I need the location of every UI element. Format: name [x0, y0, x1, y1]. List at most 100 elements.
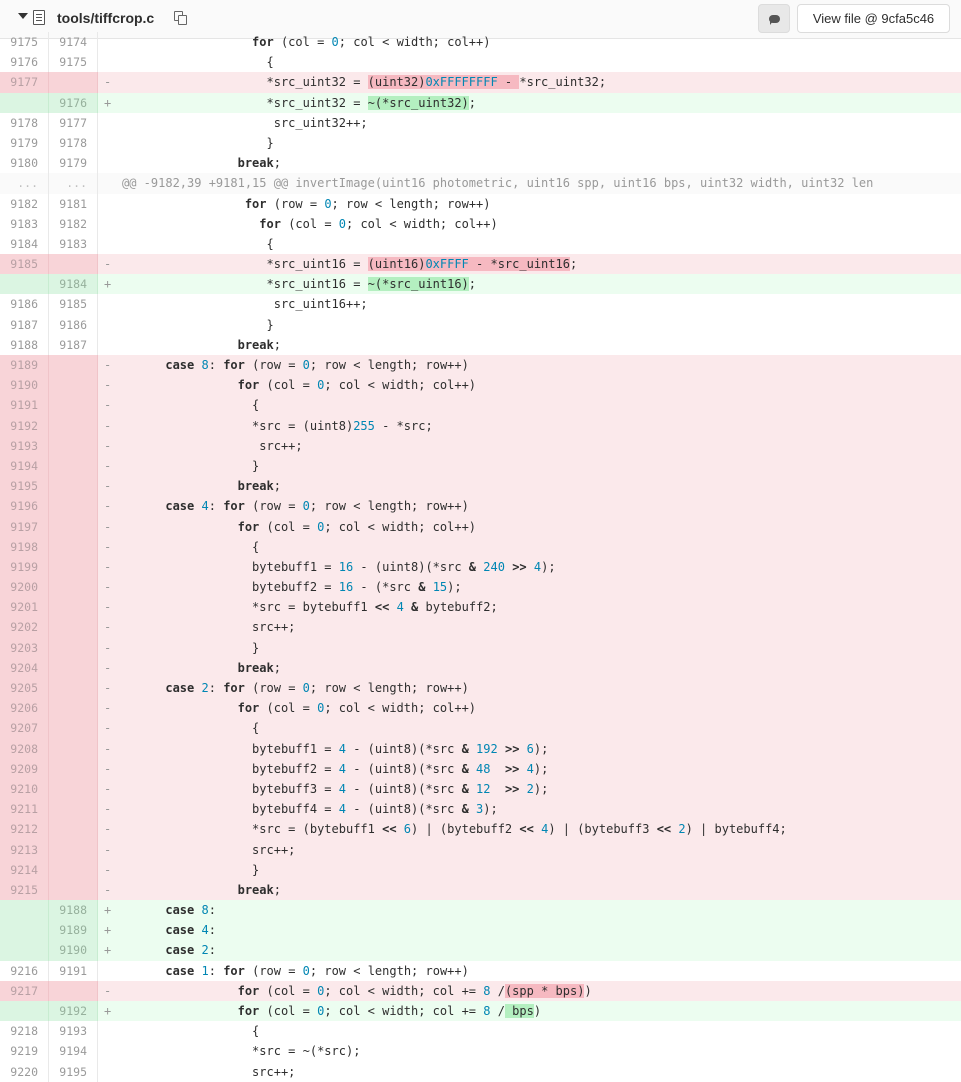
old-line-number[interactable]: 9178 [0, 112, 49, 133]
new-line-number[interactable] [49, 476, 98, 497]
new-line-number[interactable]: 9183 [49, 233, 98, 255]
old-line-number[interactable]: 9199 [0, 556, 49, 578]
old-line-number[interactable]: 9217 [0, 980, 49, 1001]
new-line-number[interactable] [49, 455, 98, 477]
old-line-number[interactable]: 9202 [0, 617, 49, 638]
new-line-number[interactable] [49, 597, 98, 618]
old-line-number[interactable]: 9180 [0, 153, 49, 174]
old-line-number[interactable]: 9189 [0, 355, 49, 376]
old-line-number[interactable]: 9191 [0, 395, 49, 416]
old-line-number[interactable]: 9209 [0, 758, 49, 779]
old-line-number[interactable]: 9197 [0, 516, 49, 537]
new-line-number[interactable]: 9182 [49, 213, 98, 234]
new-line-number[interactable] [49, 859, 98, 880]
old-line-number[interactable] [0, 940, 49, 961]
new-line-number[interactable] [49, 698, 98, 719]
new-line-number[interactable] [49, 718, 98, 739]
old-line-number[interactable]: 9211 [0, 799, 49, 820]
old-line-number[interactable]: 9175 [0, 32, 49, 53]
new-line-number[interactable]: 9190 [49, 940, 98, 961]
old-line-number[interactable]: 9192 [0, 415, 49, 436]
old-line-number[interactable]: 9184 [0, 233, 49, 255]
new-line-number[interactable] [49, 980, 98, 1001]
old-line-number[interactable]: 9183 [0, 213, 49, 234]
old-line-number[interactable]: 9212 [0, 819, 49, 840]
new-line-number[interactable]: 9184 [49, 274, 98, 295]
new-line-number[interactable] [49, 516, 98, 537]
new-line-number[interactable] [49, 395, 98, 416]
old-line-number[interactable]: 9216 [0, 960, 49, 981]
old-line-number[interactable] [0, 1001, 49, 1022]
new-line-number[interactable]: 9179 [49, 153, 98, 174]
new-line-number[interactable] [49, 617, 98, 638]
new-line-number[interactable] [49, 657, 98, 678]
toggle-comments-button[interactable] [758, 4, 790, 33]
new-line-number[interactable]: 9178 [49, 132, 98, 154]
collapse-caret-icon[interactable] [18, 13, 28, 19]
old-line-number[interactable]: 9190 [0, 375, 49, 396]
old-line-number[interactable]: 9177 [0, 72, 49, 93]
new-line-number[interactable]: 9189 [49, 920, 98, 941]
old-line-number[interactable]: 9220 [0, 1061, 49, 1082]
new-line-number[interactable] [49, 577, 98, 598]
old-line-number[interactable]: 9210 [0, 778, 49, 800]
new-line-number[interactable] [49, 819, 98, 840]
old-line-number[interactable]: 9182 [0, 193, 49, 214]
old-line-number[interactable] [0, 92, 49, 113]
new-line-number[interactable]: 9181 [49, 193, 98, 214]
old-line-number[interactable]: 9204 [0, 657, 49, 678]
old-line-number[interactable]: 9194 [0, 455, 49, 477]
new-line-number[interactable]: 9175 [49, 52, 98, 73]
old-line-number[interactable]: 9218 [0, 1021, 49, 1042]
new-line-number[interactable] [49, 556, 98, 578]
new-line-number[interactable] [49, 839, 98, 860]
new-line-number[interactable]: 9195 [49, 1061, 98, 1082]
new-line-number[interactable]: 9185 [49, 294, 98, 315]
old-line-number[interactable]: 9206 [0, 698, 49, 719]
old-line-number[interactable]: 9198 [0, 536, 49, 557]
new-line-number[interactable] [49, 435, 98, 456]
old-line-number[interactable]: 9214 [0, 859, 49, 880]
new-line-number[interactable]: 9187 [49, 334, 98, 355]
new-line-number[interactable] [49, 72, 98, 93]
new-line-number[interactable]: 9191 [49, 960, 98, 981]
old-line-number[interactable] [0, 900, 49, 921]
old-line-number[interactable]: 9186 [0, 294, 49, 315]
old-line-number[interactable]: 9205 [0, 678, 49, 699]
new-line-number[interactable] [49, 375, 98, 396]
old-line-number[interactable]: 9215 [0, 879, 49, 901]
new-line-number[interactable] [49, 758, 98, 779]
new-line-number[interactable]: 9193 [49, 1021, 98, 1042]
new-line-number[interactable]: 9194 [49, 1041, 98, 1062]
old-line-number[interactable]: 9200 [0, 577, 49, 598]
new-line-number[interactable] [49, 678, 98, 699]
old-line-number[interactable]: 9208 [0, 738, 49, 759]
file-path[interactable]: tools/tiffcrop.c [57, 10, 154, 26]
old-line-number[interactable]: 9176 [0, 52, 49, 73]
old-line-number[interactable]: 9179 [0, 132, 49, 154]
old-line-number[interactable]: 9193 [0, 435, 49, 456]
old-line-number[interactable]: 9196 [0, 496, 49, 517]
new-line-number[interactable] [49, 637, 98, 658]
old-line-number[interactable]: 9187 [0, 314, 49, 335]
new-line-number[interactable]: 9192 [49, 1001, 98, 1022]
old-line-number[interactable]: 9203 [0, 637, 49, 658]
new-line-number[interactable]: 9186 [49, 314, 98, 335]
new-line-number[interactable] [49, 355, 98, 376]
new-line-number[interactable] [49, 496, 98, 517]
new-line-number[interactable] [49, 879, 98, 901]
old-line-number[interactable]: 9219 [0, 1041, 49, 1062]
old-line-number[interactable]: 9188 [0, 334, 49, 355]
new-line-number[interactable]: 9174 [49, 32, 98, 53]
new-line-number[interactable] [49, 536, 98, 557]
old-line-number[interactable] [0, 274, 49, 295]
new-line-number[interactable] [49, 778, 98, 800]
new-line-number[interactable]: ... [49, 173, 98, 194]
new-line-number[interactable] [49, 799, 98, 820]
new-line-number[interactable] [49, 738, 98, 759]
copy-path-icon[interactable] [174, 11, 188, 25]
new-line-number[interactable]: 9188 [49, 900, 98, 921]
old-line-number[interactable] [0, 920, 49, 941]
view-file-button[interactable]: View file @ 9cfa5c46 [797, 4, 950, 33]
old-line-number[interactable]: 9185 [0, 254, 49, 275]
